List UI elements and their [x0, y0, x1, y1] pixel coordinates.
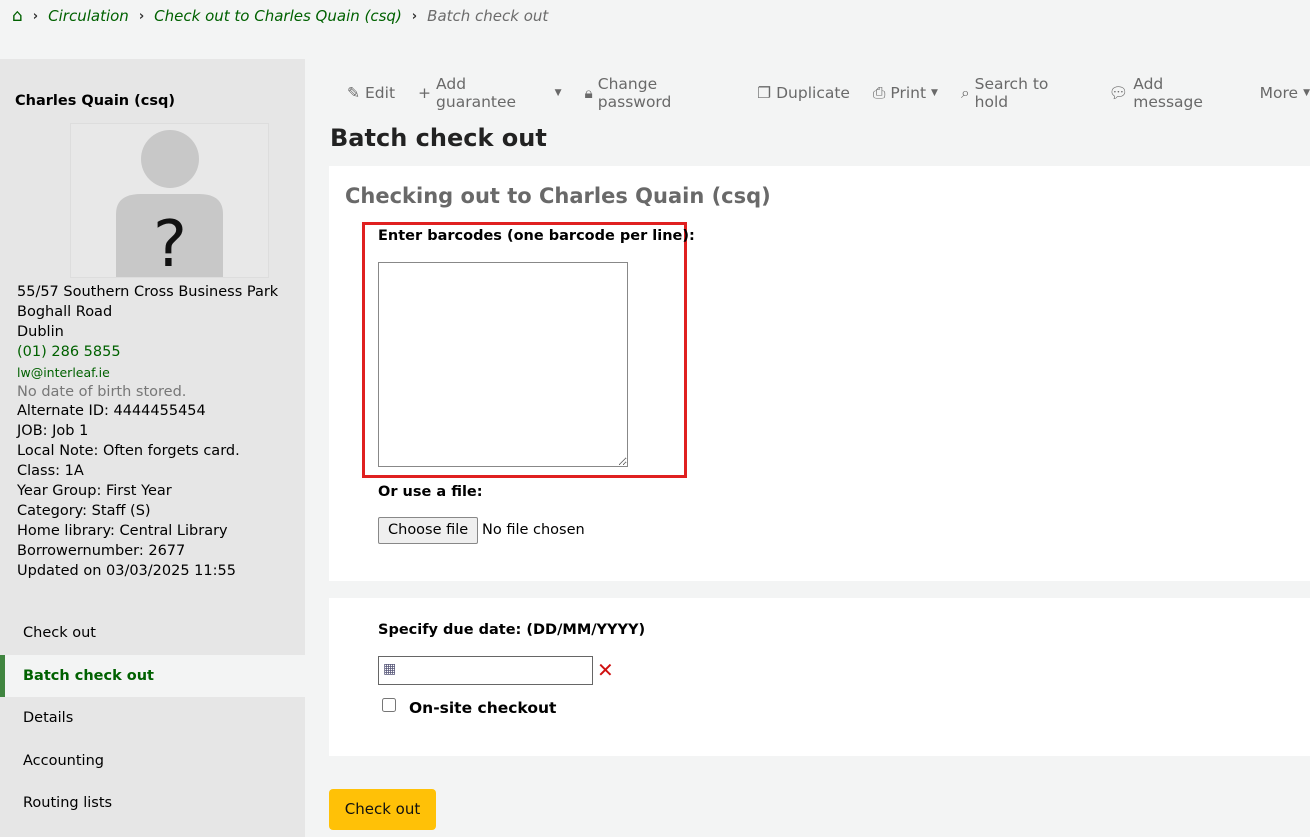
- check-out-button[interactable]: Check out: [329, 789, 436, 830]
- detail: Class: 1A: [17, 463, 84, 480]
- copy-icon: ❐: [757, 84, 772, 102]
- barcodes-textarea[interactable]: [378, 262, 628, 467]
- add-guarantee-button[interactable]: + Add guarantee ▼: [418, 75, 562, 111]
- detail: JOB: Job 1: [17, 423, 89, 440]
- barcodes-panel: Checking out to Charles Quain (csq) Ente…: [329, 166, 1310, 581]
- due-date-label: Specify due date: (DD/MM/YYYY): [378, 622, 646, 638]
- chevron-icon: ›: [138, 8, 145, 24]
- address-line: Boghall Road: [17, 303, 113, 320]
- patron-photo-placeholder: ?: [70, 123, 269, 278]
- nav-routing-lists[interactable]: Routing lists: [0, 782, 305, 825]
- printer-icon: ⎙: [872, 83, 886, 102]
- clear-date-icon[interactable]: ✕: [597, 658, 614, 682]
- label: Edit: [365, 84, 396, 102]
- due-date-input[interactable]: ▦: [378, 656, 593, 685]
- label: Add message: [1133, 75, 1203, 111]
- due-date-panel: Specify due date: (DD/MM/YYYY) ▦ ✕ On-si…: [329, 598, 1310, 756]
- toolbar: ✎ Edit + Add guarantee ▼ 🔒︎ Change password …: [347, 75, 1310, 111]
- chevron-icon: ›: [32, 8, 39, 24]
- address-line: 55/57 Southern Cross Business Park: [17, 284, 279, 300]
- add-message-button[interactable]: 💬︎ Add message: [1109, 75, 1237, 111]
- svg-text:?: ?: [153, 208, 187, 278]
- barcodes-label: Enter barcodes (one barcode per line):: [378, 228, 695, 244]
- label: Change password: [597, 75, 672, 111]
- comment-icon: 💬︎: [1108, 84, 1129, 102]
- label: Add guarantee: [436, 75, 517, 111]
- email-link[interactable]: lw@interleaf.ie: [17, 363, 278, 383]
- patron-info: 55/57 Southern Cross Business Park Bogha…: [17, 283, 278, 582]
- label: Print: [890, 84, 927, 102]
- nav-check-out[interactable]: Check out: [0, 612, 305, 655]
- label: Duplicate: [776, 84, 850, 102]
- nav-batch-check-out[interactable]: Batch check out: [0, 654, 305, 697]
- choose-file-button[interactable]: Choose file: [378, 517, 479, 544]
- detail: Year Group: First Year: [17, 483, 172, 500]
- caret-down-icon: ▼: [554, 88, 562, 98]
- breadcrumb-current: Batch check out: [427, 7, 549, 25]
- more-button[interactable]: More ▼: [1260, 75, 1310, 111]
- phone-link[interactable]: (01) 286 5855: [17, 343, 278, 363]
- patron-name: Charles Quain (csq): [15, 93, 176, 109]
- home-icon[interactable]: ⌂: [12, 6, 23, 26]
- file-label: Or use a file:: [378, 484, 483, 500]
- chevron-icon: ›: [411, 8, 418, 24]
- patron-nav: Check out Batch check out Details Accoun…: [0, 612, 305, 825]
- nav-details[interactable]: Details: [0, 697, 305, 740]
- breadcrumb-circulation[interactable]: Circulation: [48, 7, 129, 25]
- breadcrumb-checkout[interactable]: Check out to Charles Quain (csq): [154, 7, 402, 25]
- detail: Alternate ID: 4444455454: [17, 403, 206, 420]
- nav-accounting[interactable]: Accounting: [0, 740, 305, 783]
- plus-icon: +: [418, 84, 432, 102]
- onsite-checkbox[interactable]: [382, 698, 396, 712]
- detail: Home library: Central Library: [17, 522, 228, 539]
- breadcrumb: ⌂ › Circulation › Check out to Charles Q…: [12, 6, 548, 26]
- change-password-button[interactable]: 🔒︎ Change password: [585, 75, 735, 111]
- avatar-icon: ?: [116, 130, 223, 278]
- caret-down-icon: ▼: [931, 88, 938, 98]
- label: More: [1259, 84, 1299, 102]
- detail: Updated on 03/03/2025 11:55: [17, 562, 236, 579]
- print-button[interactable]: ⎙ Print ▼: [873, 75, 938, 111]
- detail: Category: Staff (S): [17, 502, 151, 519]
- search-to-hold-button[interactable]: ⌕ Search to hold: [961, 75, 1086, 111]
- detail: Local Note: Often forgets card.: [17, 443, 240, 460]
- duplicate-button[interactable]: ❐ Duplicate: [757, 75, 850, 111]
- detail: Borrowernumber: 2677: [17, 542, 186, 559]
- address-line: Dublin: [17, 323, 64, 340]
- calendar-icon[interactable]: ▦: [383, 661, 396, 677]
- lock-icon: 🔒︎: [584, 83, 593, 102]
- label: Search to hold: [974, 75, 1049, 111]
- caret-down-icon: ▼: [1303, 88, 1310, 98]
- subtitle: Checking out to Charles Quain (csq): [345, 184, 771, 208]
- dob: No date of birth stored.: [17, 383, 187, 400]
- patron-sidebar: Charles Quain (csq) ? 55/57 Southern Cro…: [0, 59, 305, 837]
- pencil-icon: ✎: [347, 84, 360, 102]
- no-file-text: No file chosen: [482, 522, 585, 538]
- page-title: Batch check out: [330, 124, 547, 152]
- edit-button[interactable]: ✎ Edit: [347, 75, 395, 111]
- onsite-label[interactable]: On-site checkout: [409, 699, 556, 717]
- search-icon: ⌕: [960, 83, 970, 102]
